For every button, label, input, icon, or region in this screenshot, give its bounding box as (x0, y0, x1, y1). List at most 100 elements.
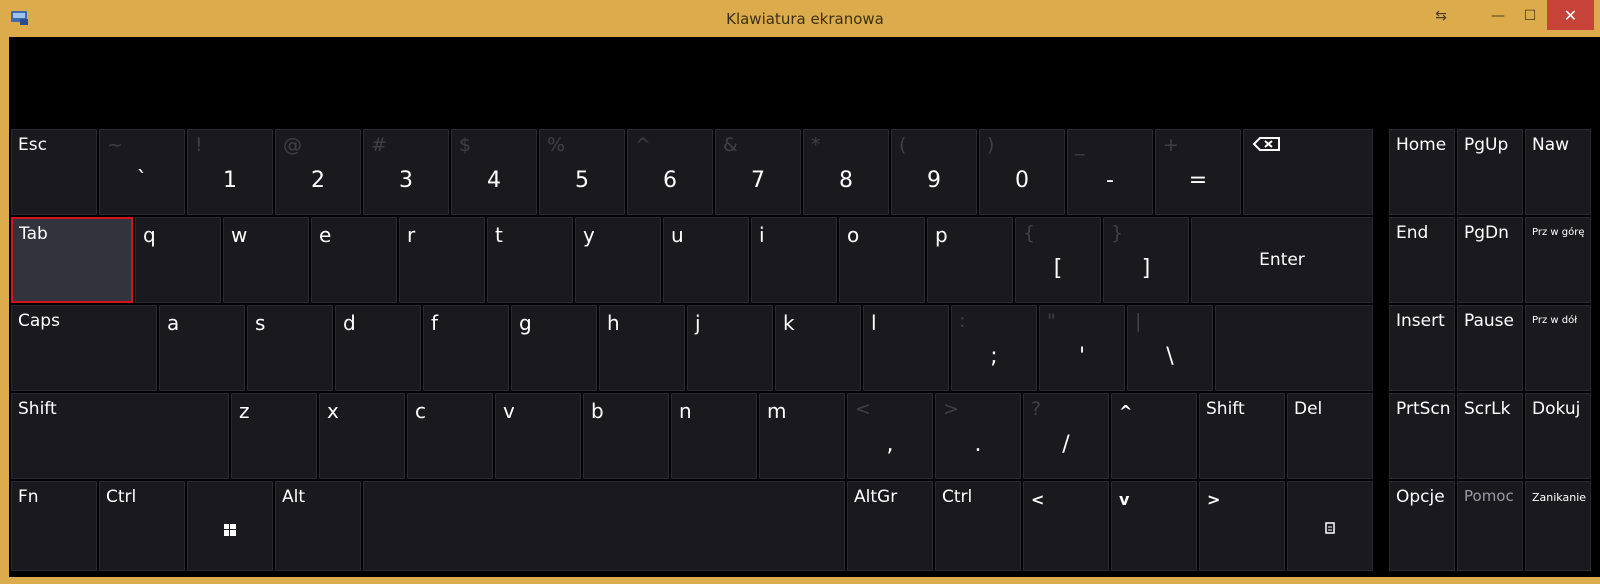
title-bar[interactable]: Klawiatura ekranowa ⇆ — ☐ ✕ (0, 0, 1600, 37)
key-base-label: [ (1053, 256, 1063, 281)
key-up-arrow[interactable]: ^ (1111, 393, 1197, 479)
key-s[interactable]: s (247, 305, 333, 391)
key-z[interactable]: z (231, 393, 317, 479)
key-8[interactable]: * 8 (803, 129, 889, 215)
key-end[interactable]: End (1389, 217, 1455, 303)
key-options[interactable]: Opcje (1389, 481, 1455, 571)
key-backspace[interactable] (1243, 129, 1373, 215)
key-shift-left[interactable]: Shift (11, 393, 229, 479)
key-v[interactable]: v (495, 393, 581, 479)
key-enter[interactable]: Enter (1191, 217, 1373, 303)
key-minus[interactable]: _ - (1067, 129, 1153, 215)
close-button[interactable]: ✕ (1547, 0, 1594, 30)
key-2[interactable]: @2 (275, 129, 361, 215)
key-windows[interactable] (187, 481, 273, 571)
key-7[interactable]: & 7 (715, 129, 801, 215)
key-t[interactable]: t (487, 217, 573, 303)
key-home[interactable]: Home (1389, 129, 1455, 215)
key-9[interactable]: (9 (891, 129, 977, 215)
key-p[interactable]: p (927, 217, 1013, 303)
key-pgup[interactable]: PgUp (1457, 129, 1523, 215)
key-equals[interactable]: + = (1155, 129, 1241, 215)
key-l[interactable]: l (863, 305, 949, 391)
key-shift-label: + (1163, 134, 1179, 156)
key-r[interactable]: r (399, 217, 485, 303)
key-scroll-up[interactable]: Prz w górę (1525, 217, 1591, 303)
key-semicolon[interactable]: :; (951, 305, 1037, 391)
minimize-button[interactable]: — (1483, 2, 1513, 30)
key-down-arrow[interactable]: v (1111, 481, 1197, 571)
key-pause[interactable]: Pause (1457, 305, 1523, 391)
key-q[interactable]: q (135, 217, 221, 303)
key-del[interactable]: Del (1287, 393, 1373, 479)
key-u[interactable]: u (663, 217, 749, 303)
key-backtick[interactable]: ~ ` (99, 129, 185, 215)
key-comma[interactable]: <, (847, 393, 933, 479)
key-pgdn[interactable]: PgDn (1457, 217, 1523, 303)
key-e[interactable]: e (311, 217, 397, 303)
key-shift-label: ) (987, 134, 995, 156)
key-6[interactable]: ^ 6 (627, 129, 713, 215)
key-label: Caps (18, 311, 60, 331)
key-left-arrow[interactable]: < (1023, 481, 1109, 571)
key-y[interactable]: y (575, 217, 661, 303)
key-fn[interactable]: Fn (11, 481, 97, 571)
key-c[interactable]: c (407, 393, 493, 479)
key-h[interactable]: h (599, 305, 685, 391)
key-close-bracket[interactable]: }] (1103, 217, 1189, 303)
key-esc[interactable]: Esc (11, 129, 97, 215)
key-label: AltGr (854, 487, 898, 507)
key-d[interactable]: d (335, 305, 421, 391)
key-fade[interactable]: Zanikanie (1525, 481, 1591, 571)
key-shift-right[interactable]: Shift (1199, 393, 1285, 479)
key-f[interactable]: f (423, 305, 509, 391)
key-space[interactable] (363, 481, 845, 571)
key-base-label: ; (990, 344, 998, 369)
key-ctrl-left[interactable]: Ctrl (99, 481, 185, 571)
key-w[interactable]: w (223, 217, 309, 303)
key-4[interactable]: $4 (451, 129, 537, 215)
key-n[interactable]: n (671, 393, 757, 479)
key-menu[interactable] (1287, 481, 1373, 571)
key-1[interactable]: ! 1 (187, 129, 273, 215)
key-tab[interactable]: Tab (11, 217, 133, 303)
key-i[interactable]: i (751, 217, 837, 303)
key-x[interactable]: x (319, 393, 405, 479)
key-shift-label: " (1047, 310, 1056, 332)
key-backslash[interactable]: | \ (1127, 305, 1213, 391)
key-ctrl-right[interactable]: Ctrl (935, 481, 1021, 571)
key-altgr[interactable]: AltGr (847, 481, 933, 571)
key-label: d (343, 311, 356, 335)
key-3[interactable]: #3 (363, 129, 449, 215)
key-scroll-down[interactable]: Prz w dół (1525, 305, 1591, 391)
key-prtscn[interactable]: PrtScn (1389, 393, 1455, 479)
key-j[interactable]: j (687, 305, 773, 391)
key-b[interactable]: b (583, 393, 669, 479)
key-g[interactable]: g (511, 305, 597, 391)
key-scrlk[interactable]: ScrLk (1457, 393, 1523, 479)
key-base-label: 5 (575, 168, 589, 193)
key-slash[interactable]: ? / (1023, 393, 1109, 479)
key-alt[interactable]: Alt (275, 481, 361, 571)
key-naw[interactable]: Naw (1525, 129, 1591, 215)
key-quote[interactable]: " ' (1039, 305, 1125, 391)
key-label: Dokuj (1532, 399, 1581, 419)
key-label: Prz w górę (1532, 227, 1585, 238)
key-enter-lower[interactable] (1215, 305, 1373, 391)
key-k[interactable]: k (775, 305, 861, 391)
key-open-bracket[interactable]: {[ (1015, 217, 1101, 303)
key-caps[interactable]: Caps (11, 305, 157, 391)
key-label: Ctrl (942, 487, 973, 507)
key-right-arrow[interactable]: > (1199, 481, 1285, 571)
key-o[interactable]: o (839, 217, 925, 303)
restore-icon[interactable]: ⇆ (1434, 2, 1448, 30)
key-dock[interactable]: Dokuj (1525, 393, 1591, 479)
key-period[interactable]: >. (935, 393, 1021, 479)
key-help[interactable]: Pomoc (1457, 481, 1523, 571)
maximize-button[interactable]: ☐ (1515, 2, 1545, 30)
key-5[interactable]: % 5 (539, 129, 625, 215)
key-0[interactable]: ) 0 (979, 129, 1065, 215)
key-m[interactable]: m (759, 393, 845, 479)
key-a[interactable]: a (159, 305, 245, 391)
key-insert[interactable]: Insert (1389, 305, 1455, 391)
